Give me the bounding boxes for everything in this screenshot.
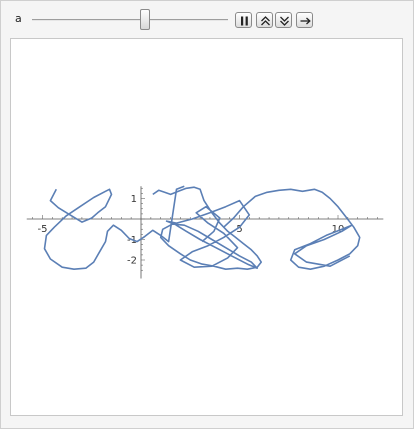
manipulate-controls: a [0, 0, 414, 36]
plot-curve-1 [43, 185, 185, 270]
x-tick-label: -5 [38, 224, 48, 235]
double-chevron-down-icon [280, 16, 289, 26]
faster-button[interactable] [256, 12, 273, 28]
parameter-slider[interactable] [32, 19, 228, 21]
slider-thumb[interactable] [139, 9, 150, 30]
pause-icon [241, 16, 248, 26]
y-tick-label: -2 [127, 256, 137, 267]
double-chevron-up-icon [261, 16, 270, 26]
parametric-plot: -5 5 101-1-2 [26, 185, 384, 279]
right-arrow-icon [300, 17, 311, 25]
pause-button[interactable] [235, 12, 252, 28]
plot-curve-2 [152, 186, 262, 270]
y-tick-label: 1 [131, 194, 137, 205]
slower-button[interactable] [275, 12, 292, 28]
plot-area: -5 5 10 1 -1 -2 [10, 38, 403, 416]
parameter-label: a [15, 12, 22, 25]
direction-button[interactable] [296, 12, 313, 28]
